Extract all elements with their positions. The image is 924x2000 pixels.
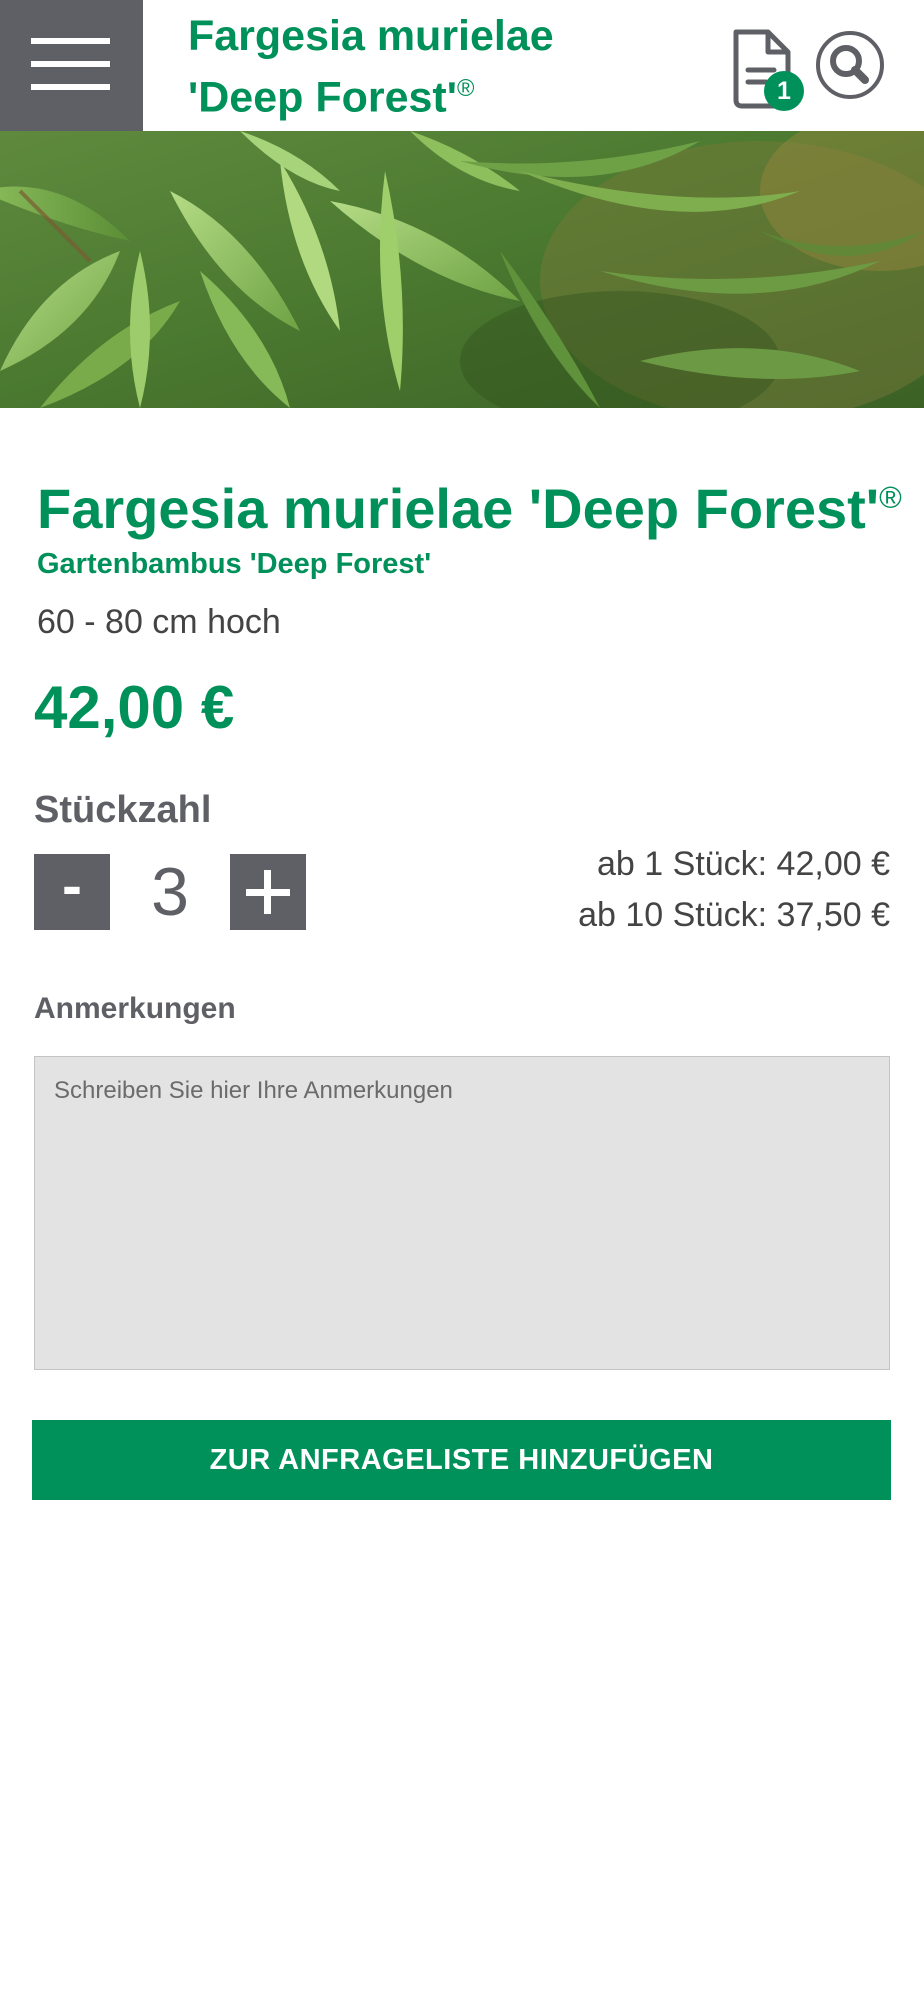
product-height: 60 - 80 cm hoch bbox=[37, 603, 281, 641]
notes-label: Anmerkungen bbox=[34, 992, 236, 1025]
price-tier: ab 1 Stück: 42,00 € bbox=[597, 845, 890, 883]
registered-mark: ® bbox=[456, 76, 475, 102]
cart-count-badge: 1 bbox=[764, 71, 804, 111]
header-title-line1: Fargesia murielae bbox=[188, 12, 554, 60]
quantity-increase-button[interactable] bbox=[230, 854, 306, 930]
quantity-label: Stückzahl bbox=[34, 789, 212, 831]
search-icon[interactable] bbox=[815, 30, 885, 100]
header-title-line2: 'Deep Forest'® bbox=[188, 73, 475, 122]
notes-textarea[interactable] bbox=[34, 1056, 890, 1370]
product-price: 42,00 € bbox=[34, 674, 235, 741]
header-title: Fargesia murielae 'Deep Forest'® bbox=[188, 10, 554, 124]
registered-mark: ® bbox=[879, 480, 902, 515]
product-title: Fargesia murielae 'Deep Forest'® bbox=[37, 477, 902, 541]
app-header: Fargesia murielae 'Deep Forest'® 1 bbox=[0, 0, 924, 131]
add-to-inquiry-list-button[interactable]: ZUR ANFRAGELISTE HINZUFÜGEN bbox=[32, 1420, 891, 1500]
menu-button[interactable] bbox=[0, 0, 143, 131]
quantity-value[interactable]: 3 bbox=[110, 854, 230, 930]
quantity-decrease-button[interactable]: - bbox=[34, 854, 110, 930]
product-subtitle: Gartenbambus 'Deep Forest' bbox=[37, 548, 432, 580]
hero-image bbox=[0, 131, 924, 408]
bamboo-leaves-photo bbox=[0, 131, 924, 408]
price-tier: ab 10 Stück: 37,50 € bbox=[578, 896, 890, 934]
